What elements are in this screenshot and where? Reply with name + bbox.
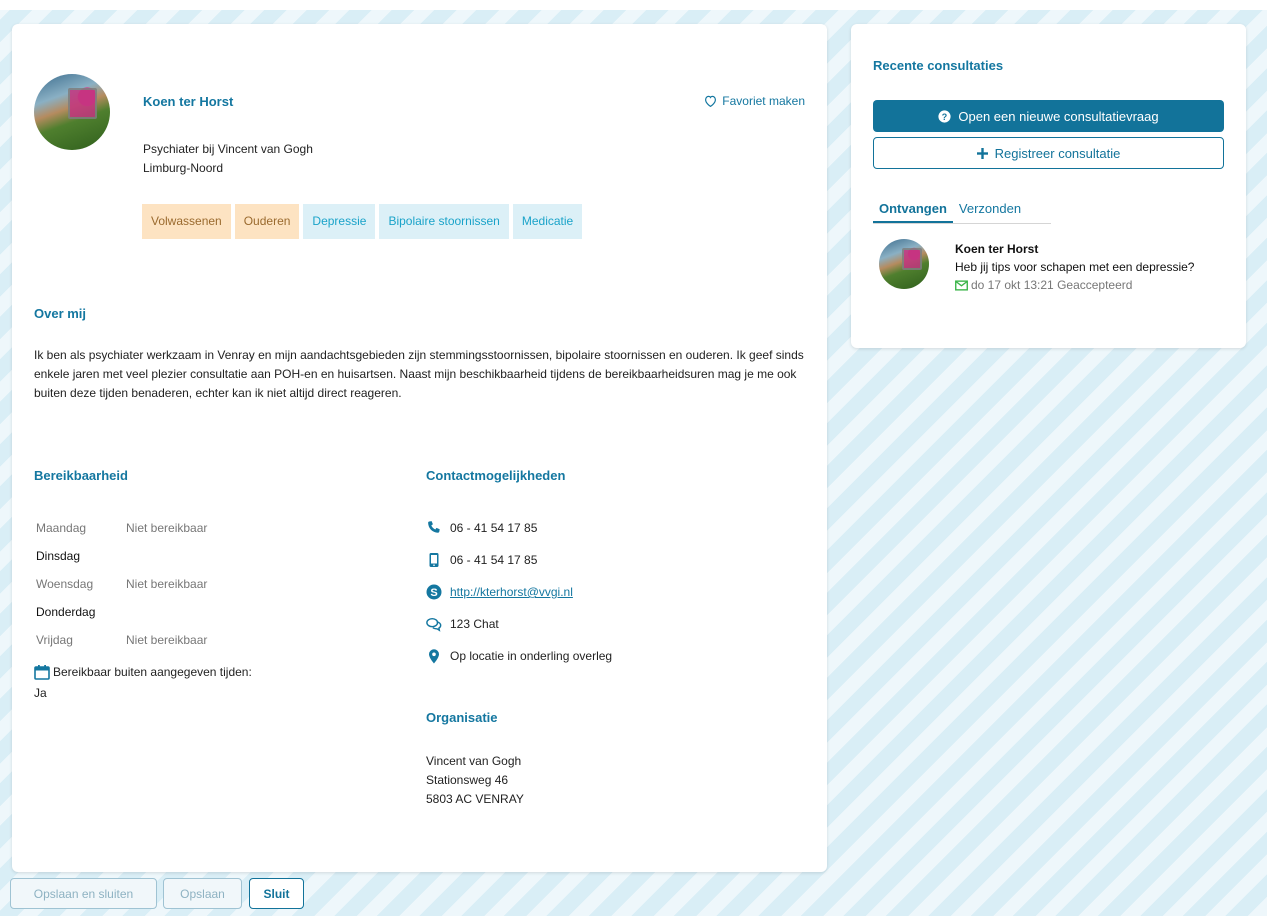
tab-ontvangen[interactable]: Ontvangen <box>873 194 953 223</box>
contact-location: Op locatie in onderling overleg <box>426 640 612 672</box>
contact-list: 06 - 41 54 17 85 06 - 41 54 17 85 S http… <box>426 512 612 672</box>
outside-hours-value: Ja <box>34 686 47 700</box>
message-meta-text: do 17 okt 13:21 Geaccepteerd <box>971 278 1133 292</box>
recent-consultations-card: Recente consultaties ? Open een nieuwe c… <box>851 24 1246 348</box>
profile-name: Koen ter Horst <box>143 94 234 109</box>
svg-text:?: ? <box>942 111 947 121</box>
message-meta: do 17 okt 13:21 Geaccepteerd <box>955 276 1194 294</box>
tag-depressie[interactable]: Depressie <box>303 204 376 239</box>
organisation-title: Organisatie <box>426 710 498 725</box>
question-circle-icon: ? <box>938 109 951 123</box>
about-title: Over mij <box>34 306 87 321</box>
contact-mobile: 06 - 41 54 17 85 <box>426 544 612 576</box>
job-title: Psychiater bij Vincent van Gogh <box>143 142 313 156</box>
register-consultation-label: Registreer consultatie <box>994 145 1121 161</box>
chat-label: 123 Chat <box>450 617 499 631</box>
message-text: Heb jij tips voor schapen met een depres… <box>955 260 1195 274</box>
save-and-close-button[interactable]: Opslaan en sluiten <box>10 878 157 909</box>
contact-chat: 123 Chat <box>426 608 612 640</box>
day-row: Maandag Niet bereikbaar <box>36 514 207 542</box>
save-button[interactable]: Opslaan <box>163 878 242 909</box>
recent-consultations-title: Recente consultaties <box>873 58 1004 73</box>
favorite-label: Favoriet maken <box>722 94 805 108</box>
organisation-address: Vincent van Gogh Stationsweg 46 5803 AC … <box>426 752 524 809</box>
outside-hours: Bereikbaar buiten aangegeven tijden: Ja <box>34 664 252 700</box>
chat-icon <box>426 617 442 632</box>
close-button[interactable]: Sluit <box>249 878 304 909</box>
contact-phone: 06 - 41 54 17 85 <box>426 512 612 544</box>
contact-skype: S http://kterhorst@vvgi.nl <box>426 576 612 608</box>
location-label: Op locatie in onderling overleg <box>450 649 613 663</box>
job-region: Limburg-Noord <box>143 161 224 175</box>
mobile-icon <box>429 553 439 567</box>
day-label: Dinsdag <box>36 549 81 563</box>
contact-title: Contactmogelijkheden <box>426 468 566 483</box>
day-label: Vrijdag <box>36 633 73 647</box>
consultation-tabs: Ontvangen Verzonden <box>873 194 1051 224</box>
envelope-icon <box>955 279 968 291</box>
message-sender: Koen ter Horst <box>955 242 1039 256</box>
tag-list: Volwassenen Ouderen Depressie Bipolaire … <box>142 204 583 239</box>
tab-verzonden[interactable]: Verzonden <box>953 194 1027 223</box>
day-label: Maandag <box>36 521 87 535</box>
register-consultation-button[interactable]: Registreer consultatie <box>873 137 1224 169</box>
day-row: Dinsdag <box>36 542 207 570</box>
day-status: Niet bereikbaar <box>126 521 208 535</box>
consultation-message[interactable]: Koen ter Horst Heb jij tips voor schapen… <box>955 240 1194 294</box>
tag-volwassenen[interactable]: Volwassenen <box>142 204 231 239</box>
plus-icon <box>976 147 988 159</box>
top-strip <box>0 0 1267 10</box>
favorite-button[interactable]: Favoriet maken <box>704 94 805 108</box>
day-row: Vrijdag Niet bereikbaar <box>36 626 207 654</box>
day-status: Niet bereikbaar <box>126 577 208 591</box>
day-row: Donderdag <box>36 598 207 626</box>
tag-bipolaire-stoornissen[interactable]: Bipolaire stoornissen <box>379 204 509 239</box>
avatar <box>879 239 929 289</box>
svg-text:S: S <box>430 587 437 599</box>
day-row: Woensdag Niet bereikbaar <box>36 570 207 598</box>
skype-link[interactable]: http://kterhorst@vvgi.nl <box>450 585 573 599</box>
day-status: Niet bereikbaar <box>126 633 208 647</box>
mobile-number: 06 - 41 54 17 85 <box>450 553 538 567</box>
availability-list: Maandag Niet bereikbaar Dinsdag Woensdag N… <box>36 514 207 654</box>
outside-hours-label: Bereikbaar buiten aangegeven tijden: <box>53 665 252 679</box>
organisation-street: Stationsweg 46 <box>426 773 509 787</box>
new-consultation-button[interactable]: ? Open een nieuwe consultatievraag <box>873 100 1224 132</box>
phone-icon <box>428 521 440 533</box>
new-consultation-label: Open een nieuwe consultatievraag <box>958 108 1159 124</box>
avatar <box>34 74 110 150</box>
heart-icon <box>705 95 717 107</box>
skype-icon: S <box>426 584 442 600</box>
tag-ouderen[interactable]: Ouderen <box>234 204 300 239</box>
organisation-city: 5803 AC VENRAY <box>426 792 524 806</box>
job-info: Psychiater bij Vincent van Gogh Limburg-… <box>143 140 313 178</box>
calendar-icon <box>34 665 50 680</box>
location-pin-icon <box>429 649 439 664</box>
availability-title: Bereikbaarheid <box>34 468 128 483</box>
about-text: Ik ben als psychiater werkzaam in Venray… <box>34 348 804 400</box>
phone-number: 06 - 41 54 17 85 <box>450 521 538 535</box>
day-label: Donderdag <box>36 605 96 619</box>
tag-medicatie[interactable]: Medicatie <box>512 204 583 239</box>
organisation-name: Vincent van Gogh <box>426 754 522 768</box>
day-label: Woensdag <box>36 577 94 591</box>
profile-card: Koen ter Horst Favoriet maken Psychiater… <box>12 24 827 872</box>
